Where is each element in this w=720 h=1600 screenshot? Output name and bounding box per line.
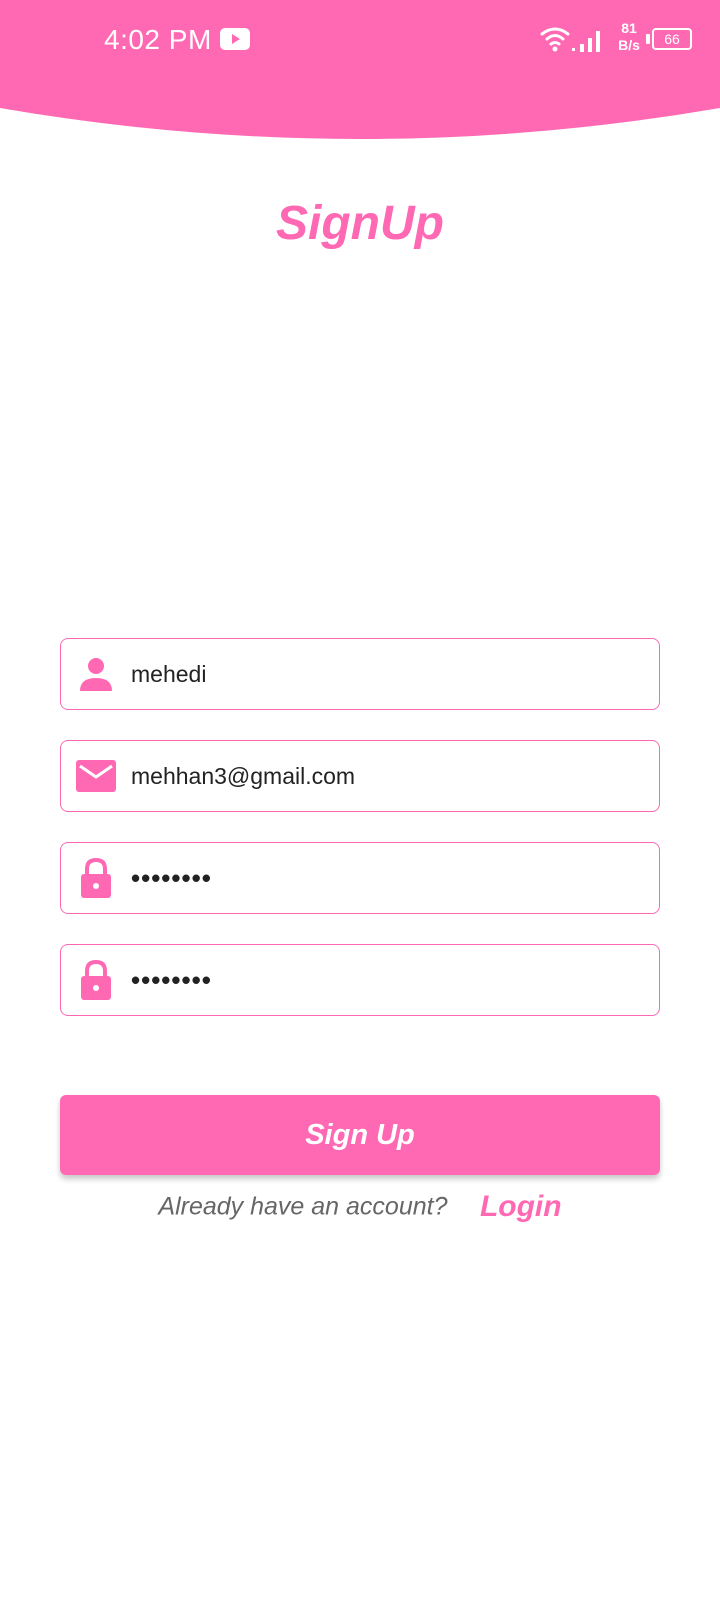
login-link[interactable]: Login — [480, 1190, 562, 1223]
network-speed-value: 81 — [621, 20, 637, 36]
mail-icon — [76, 760, 116, 792]
battery-cap — [646, 34, 650, 44]
status-time: 4:02 PM — [104, 24, 212, 55]
login-prompt: Already have an account? — [158, 1192, 448, 1221]
login-row: Already have an account? Login — [0, 1190, 720, 1230]
lock-icon — [81, 959, 111, 1000]
page-title: SignUp — [276, 197, 444, 250]
cell-signal-icon — [572, 31, 600, 52]
network-speed-unit: B/s — [618, 37, 640, 53]
lock-icon — [81, 857, 111, 898]
email-field[interactable]: mehhan3@gmail.com — [60, 740, 660, 812]
youtube-icon — [220, 28, 250, 50]
battery-icon: 66 — [652, 28, 692, 50]
password-field[interactable]: •••••••• — [60, 842, 660, 914]
person-icon — [80, 658, 112, 691]
confirm-password-value[interactable]: •••••••• — [131, 945, 643, 1015]
name-field[interactable]: mehedi — [60, 638, 660, 710]
wifi-icon — [540, 27, 570, 52]
network-speed: 81 B/s — [614, 20, 644, 54]
battery-level: 66 — [664, 31, 680, 47]
email-value[interactable]: mehhan3@gmail.com — [131, 741, 643, 811]
signup-screen: 4:02 PM 81 B/s 66 SignUp mehedi mehhan3@… — [0, 0, 720, 1600]
password-value[interactable]: •••••••• — [131, 843, 643, 913]
confirm-password-field[interactable]: •••••••• — [60, 944, 660, 1016]
signup-button[interactable]: Sign Up — [60, 1095, 660, 1175]
status-bar: 4:02 PM 81 B/s 66 — [0, 0, 720, 80]
name-value[interactable]: mehedi — [131, 639, 643, 709]
